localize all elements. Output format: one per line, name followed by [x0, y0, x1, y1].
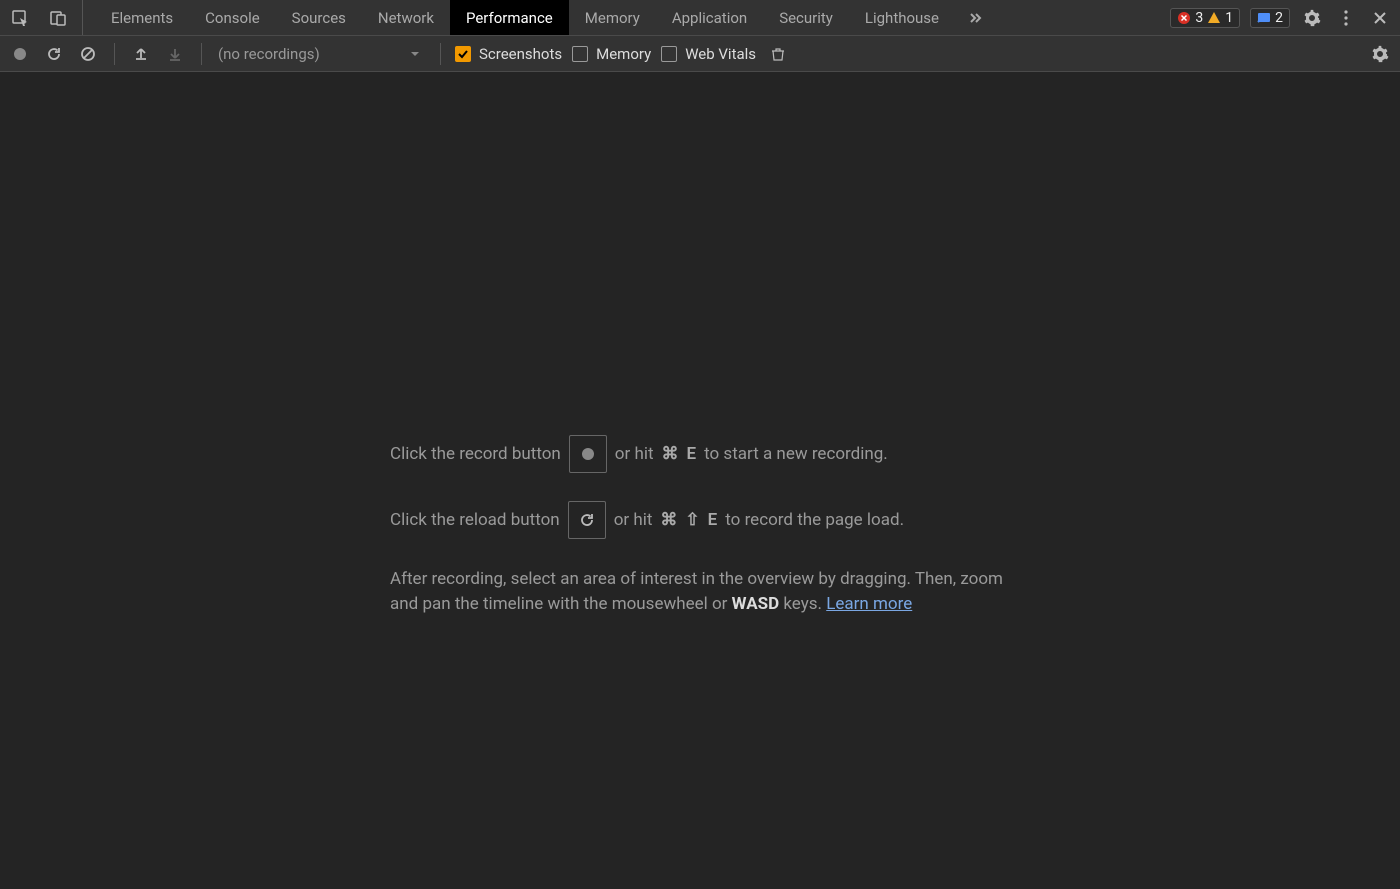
capture-settings-gear-icon[interactable] [1368, 42, 1392, 66]
reload-record-button[interactable] [42, 42, 66, 66]
memory-label: Memory [596, 45, 651, 63]
learn-more-link[interactable]: Learn more [826, 594, 912, 614]
text: keys. [779, 594, 826, 614]
kbd-e: E [708, 508, 718, 533]
more-tabs-icon[interactable] [955, 0, 995, 35]
screenshots-checkbox[interactable]: Screenshots [455, 45, 562, 63]
kbd-cmd: ⌘ [660, 508, 677, 533]
help-paragraph: After recording, select an area of inter… [390, 567, 1010, 616]
recordings-placeholder: (no recordings) [218, 45, 320, 63]
inspector-icons [8, 0, 83, 35]
kbd-cmd: ⌘ [662, 442, 679, 467]
save-profile-icon[interactable] [163, 42, 187, 66]
settings-gear-icon[interactable] [1300, 6, 1324, 30]
inspect-element-icon[interactable] [8, 6, 32, 30]
tab-security[interactable]: Security [763, 0, 849, 35]
tab-elements[interactable]: Elements [95, 0, 189, 35]
reload-instruction-row: Click the reload button or hit ⌘ ⇧ E to … [390, 501, 1010, 539]
webvitals-checkbox[interactable]: Web Vitals [661, 45, 756, 63]
error-count: 3 [1195, 10, 1203, 26]
text: Click the record button [390, 442, 561, 467]
garbage-collect-icon[interactable] [766, 42, 790, 66]
checkbox-icon [661, 46, 677, 62]
recordings-dropdown[interactable]: (no recordings) [216, 45, 426, 63]
record-instruction-row: Click the record button or hit ⌘ E to st… [390, 435, 1010, 473]
tab-memory[interactable]: Memory [569, 0, 656, 35]
console-error-warning-badge[interactable]: 3 1 [1170, 8, 1240, 28]
issue-count: 2 [1275, 10, 1283, 26]
device-toggle-icon[interactable] [46, 6, 70, 30]
text: Click the reload button [390, 508, 560, 533]
tab-network[interactable]: Network [362, 0, 450, 35]
topbar-right: 3 1 2 [1170, 6, 1392, 30]
performance-landing: Click the record button or hit ⌘ E to st… [0, 72, 1400, 889]
load-profile-icon[interactable] [129, 42, 153, 66]
separator [440, 43, 441, 65]
text: to start a new recording. [704, 442, 888, 467]
inline-record-button[interactable] [569, 435, 607, 473]
issues-badge[interactable]: 2 [1250, 8, 1290, 28]
text: to record the page load. [725, 508, 904, 533]
checkbox-icon [572, 46, 588, 62]
devtools-topbar: Elements Console Sources Network Perform… [0, 0, 1400, 36]
record-button[interactable] [8, 42, 32, 66]
kebab-menu-icon[interactable] [1334, 6, 1358, 30]
landing-instructions: Click the record button or hit ⌘ E to st… [390, 435, 1010, 616]
webvitals-label: Web Vitals [685, 45, 756, 63]
tab-application[interactable]: Application [656, 0, 763, 35]
text: or hit [615, 442, 654, 467]
kbd-e: E [687, 442, 697, 467]
checkbox-icon [455, 46, 471, 62]
close-devtools-icon[interactable] [1368, 6, 1392, 30]
inline-reload-button[interactable] [568, 501, 606, 539]
separator [114, 43, 115, 65]
tab-performance[interactable]: Performance [450, 0, 569, 35]
tab-lighthouse[interactable]: Lighthouse [849, 0, 955, 35]
wasd-strong: WASD [732, 594, 779, 614]
performance-toolbar: (no recordings) Screenshots Memory Web V… [0, 36, 1400, 72]
clear-button[interactable] [76, 42, 100, 66]
kbd-shift: ⇧ [685, 508, 699, 533]
tab-console[interactable]: Console [189, 0, 276, 35]
warn-count: 1 [1225, 10, 1233, 26]
memory-checkbox[interactable]: Memory [572, 45, 651, 63]
screenshots-label: Screenshots [479, 45, 562, 63]
separator [201, 43, 202, 65]
tab-sources[interactable]: Sources [276, 0, 362, 35]
panel-tabs: Elements Console Sources Network Perform… [95, 0, 995, 35]
text: or hit [614, 508, 653, 533]
